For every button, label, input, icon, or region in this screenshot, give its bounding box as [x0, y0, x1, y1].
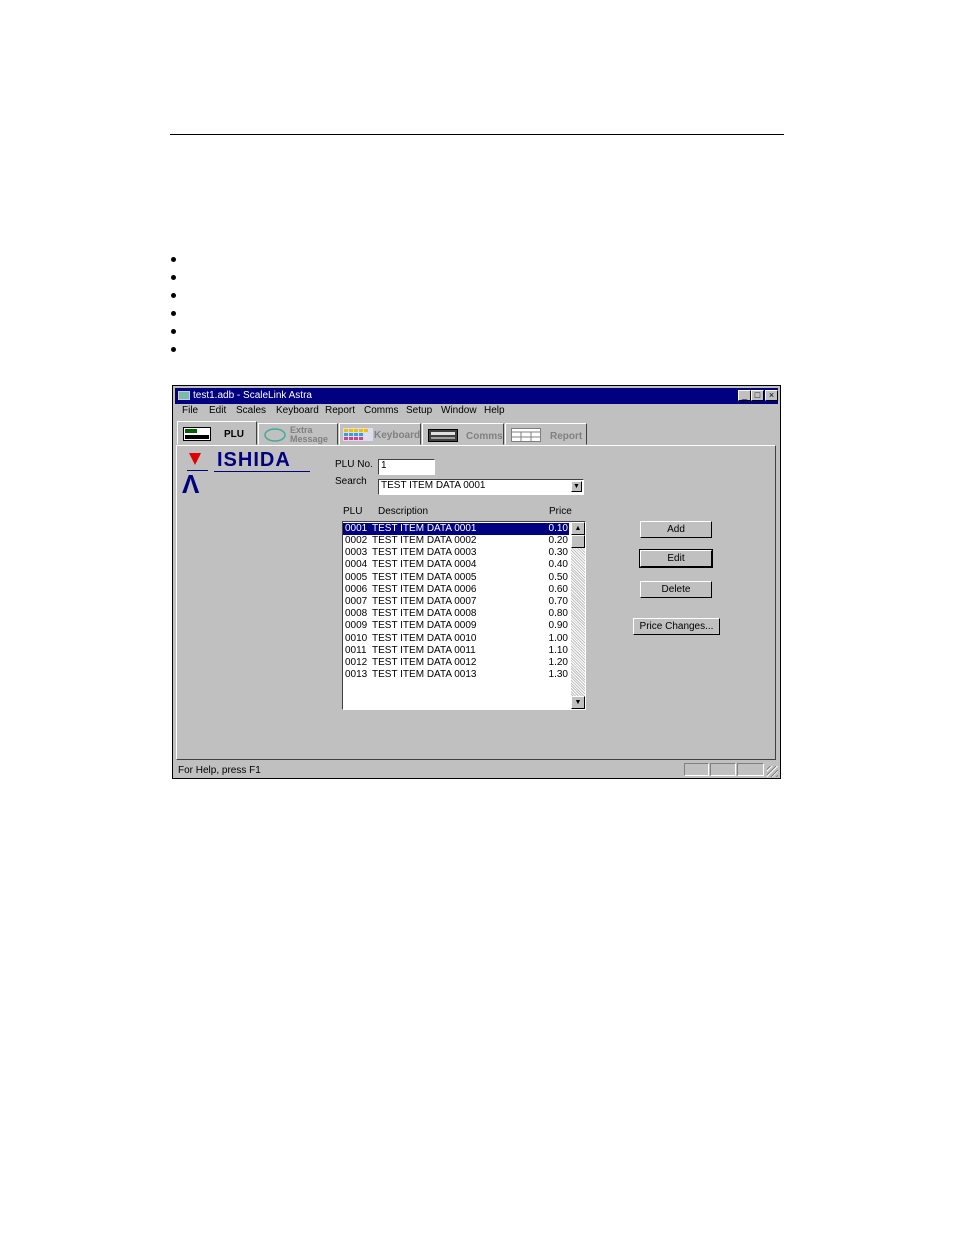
edit-button[interactable]: Edit: [639, 549, 713, 568]
tab-plu-label: PLU: [224, 429, 244, 440]
plu-list[interactable]: 0001 TEST ITEM DATA 0001 0.10 0002 TEST ITE…: [342, 521, 586, 710]
keyboard-icon: [343, 428, 373, 441]
tab-extra-message-label: Extra Message: [290, 425, 329, 444]
delete-button[interactable]: Delete: [640, 581, 712, 598]
maximize-button[interactable]: □: [751, 390, 764, 401]
list-item[interactable]: 0011 TEST ITEM DATA 0011 1.10: [343, 645, 569, 657]
close-button[interactable]: ×: [765, 390, 778, 401]
resize-grip-icon[interactable]: [767, 766, 778, 777]
plu-no-label: PLU No.: [335, 459, 373, 470]
menu-setup[interactable]: Setup: [406, 405, 432, 417]
status-panel: [684, 763, 709, 776]
app-icon[interactable]: [178, 391, 190, 400]
report-icon: [511, 428, 541, 442]
scroll-down-icon[interactable]: ▼: [571, 696, 585, 709]
tab-keyboard-label: Keyboard: [374, 430, 421, 441]
col-header-price: Price: [549, 506, 572, 517]
chevron-down-icon[interactable]: ▼: [571, 481, 582, 492]
scroll-thumb[interactable]: [571, 535, 585, 548]
menu-bar: File Edit Scales Keyboard Report Comms S…: [175, 404, 778, 418]
menu-scales[interactable]: Scales: [236, 405, 266, 417]
message-icon: [264, 428, 286, 442]
search-value: TEST ITEM DATA 0001: [381, 480, 486, 491]
page-divider: [170, 134, 784, 135]
list-item[interactable]: 0002 TEST ITEM DATA 0002 0.20: [343, 535, 569, 547]
minimize-button[interactable]: _: [738, 390, 751, 401]
tab-report[interactable]: Report: [505, 423, 587, 445]
search-combo[interactable]: TEST ITEM DATA 0001 ▼: [378, 479, 584, 495]
list-item[interactable]: 0009 TEST ITEM DATA 0009 0.90: [343, 620, 569, 632]
list-item[interactable]: 0007 TEST ITEM DATA 0007 0.70: [343, 596, 569, 608]
window-title: test1.adb - ScaleLink Astra: [193, 390, 312, 401]
list-item[interactable]: 0004 TEST ITEM DATA 0004 0.40: [343, 559, 569, 571]
status-bar: For Help, press F1: [175, 762, 778, 777]
ishida-triangle-icon: [189, 453, 201, 465]
col-header-plu: PLU: [343, 506, 363, 517]
tab-extra-message[interactable]: Extra Message: [258, 423, 338, 445]
tab-keyboard[interactable]: Keyboard: [339, 423, 421, 445]
menu-file[interactable]: File: [182, 405, 198, 417]
tab-report-label: Report: [550, 431, 583, 442]
menu-keyboard[interactable]: Keyboard: [276, 405, 319, 417]
menu-report[interactable]: Report: [325, 405, 355, 417]
search-label: Search: [335, 476, 367, 487]
col-header-description: Description: [378, 506, 429, 517]
list-item[interactable]: 0003 TEST ITEM DATA 0003 0.30: [343, 547, 569, 559]
menu-window[interactable]: Window: [441, 405, 477, 417]
comms-icon: [428, 429, 458, 442]
list-item[interactable]: 0008 TEST ITEM DATA 0008 0.80: [343, 608, 569, 620]
status-text: For Help, press F1: [178, 765, 261, 776]
list-item[interactable]: 0010 TEST ITEM DATA 0010 1.00: [343, 633, 569, 645]
list-item[interactable]: 0005 TEST ITEM DATA 0005 0.50: [343, 572, 569, 584]
plu-no-input[interactable]: 1: [378, 459, 435, 475]
ishida-logo: ISHIDA: [217, 449, 291, 471]
ishida-mark: Λ: [182, 469, 200, 499]
list-item[interactable]: 0001 TEST ITEM DATA 0001 0.10: [343, 523, 569, 535]
list-item[interactable]: 0012 TEST ITEM DATA 0012 1.20: [343, 657, 569, 669]
list-item[interactable]: 0013 TEST ITEM DATA 0013 1.30: [343, 669, 569, 681]
add-button[interactable]: Add: [640, 521, 712, 538]
tab-comms-label: Comms: [466, 431, 503, 442]
menu-help[interactable]: Help: [484, 405, 505, 417]
menu-comms[interactable]: Comms: [364, 405, 398, 417]
menu-edit[interactable]: Edit: [209, 405, 226, 417]
scroll-up-icon[interactable]: ▲: [571, 522, 585, 535]
title-bar[interactable]: test1.adb - ScaleLink Astra _ □ ×: [175, 388, 778, 404]
plu-pane: Λ ISHIDA PLU No. 1 Search TEST ITEM DATA…: [176, 445, 776, 760]
list-item[interactable]: 0006 TEST ITEM DATA 0006 0.60: [343, 584, 569, 596]
tab-plu[interactable]: PLU: [177, 421, 257, 445]
status-panel: [737, 763, 764, 776]
plu-icon: [183, 427, 211, 441]
status-panel: [710, 763, 736, 776]
app-window: test1.adb - ScaleLink Astra _ □ × File E…: [172, 385, 781, 779]
list-scrollbar[interactable]: ▲ ▼: [571, 522, 585, 709]
price-changes-button[interactable]: Price Changes...: [633, 618, 720, 635]
logo-underline: [214, 471, 310, 472]
tab-comms[interactable]: Comms: [422, 423, 504, 445]
